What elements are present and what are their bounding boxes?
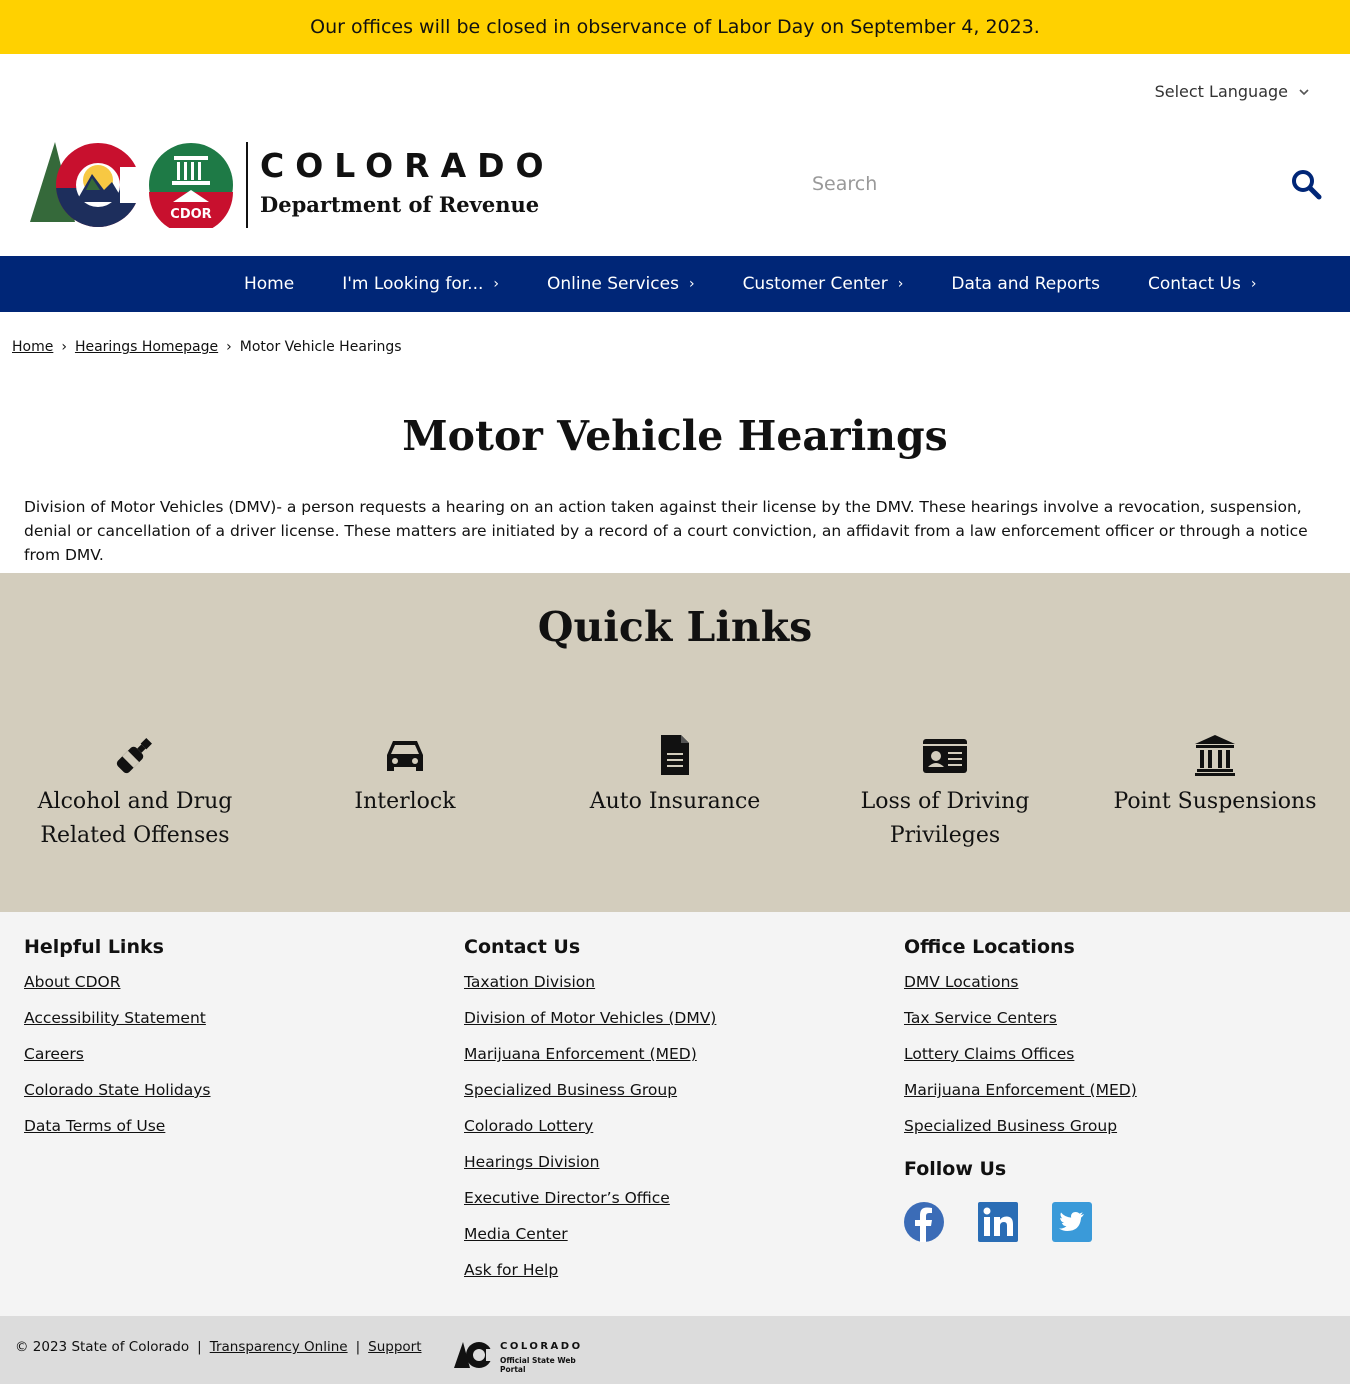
- linkedin-icon[interactable]: [978, 1202, 1018, 1242]
- search-input[interactable]: [800, 164, 1270, 204]
- nav-item-home[interactable]: Home: [220, 256, 318, 312]
- footer-link[interactable]: Tax Service Centers: [904, 1008, 1137, 1028]
- footer-link[interactable]: Specialized Business Group: [464, 1080, 716, 1100]
- footer-link[interactable]: Lottery Claims Offices: [904, 1044, 1137, 1064]
- nav-item-looking-for[interactable]: I'm Looking for... ›: [318, 256, 523, 312]
- logo-state-text: COLORADO: [260, 146, 555, 185]
- nav-label: Customer Center: [742, 274, 888, 294]
- nav-label: Data and Reports: [951, 274, 1100, 294]
- nav-item-customer-center[interactable]: Customer Center ›: [719, 256, 928, 312]
- id-card-icon: [923, 739, 967, 773]
- breadcrumb-separator: ›: [61, 339, 67, 355]
- quick-link-label: Auto Insurance: [589, 789, 761, 814]
- footer-link[interactable]: About CDOR: [24, 972, 211, 992]
- quick-links-title: Quick Links: [537, 603, 813, 651]
- portal-subtitle: Official State Web Portal: [500, 1356, 576, 1374]
- quick-link-label: Alcohol and Drug Related Offenses: [37, 789, 233, 848]
- breadcrumb-home-link[interactable]: Home: [12, 339, 53, 355]
- social-links: [904, 1202, 1137, 1242]
- document-icon: [661, 735, 689, 775]
- quick-links-section: Quick Links Alcohol and Drug Related Off…: [0, 573, 1350, 912]
- logo-divider: [246, 142, 248, 228]
- footer-heading: Helpful Links: [24, 936, 164, 958]
- logo-department-text: Department of Revenue: [260, 192, 540, 217]
- chevron-right-icon: ›: [1250, 276, 1257, 292]
- cdor-seal-icon: CDOR: [149, 143, 233, 228]
- footer-link[interactable]: Marijuana Enforcement (MED): [464, 1044, 716, 1064]
- copyright-text: © 2023 State of Colorado: [15, 1339, 190, 1355]
- breadcrumb-separator: ›: [226, 339, 232, 355]
- footer-link[interactable]: DMV Locations: [904, 972, 1137, 992]
- bottom-separator: |: [355, 1339, 361, 1355]
- footer-link[interactable]: Data Terms of Use: [24, 1116, 211, 1136]
- quick-link-alcohol-drug[interactable]: Alcohol and Drug Related Offenses: [15, 733, 255, 853]
- facebook-icon[interactable]: [904, 1202, 944, 1242]
- footer-link[interactable]: Marijuana Enforcement (MED): [904, 1080, 1137, 1100]
- institution-icon: [1195, 735, 1235, 776]
- footer-link[interactable]: Executive Director’s Office: [464, 1188, 716, 1208]
- footer-heading: Office Locations: [904, 936, 1075, 958]
- nav-label: I'm Looking for...: [342, 274, 484, 294]
- footer-helpful-links: Helpful Links About CDOR Accessibility S…: [24, 936, 211, 1152]
- chevron-right-icon: ›: [493, 276, 500, 292]
- quick-link-interlock[interactable]: Interlock: [285, 733, 525, 819]
- intro-paragraph: Division of Motor Vehicles (DMV)- a pers…: [24, 498, 1308, 564]
- colorado-c-logo-icon: [30, 142, 142, 227]
- quick-link-label: Point Suspensions: [1113, 789, 1317, 814]
- nav-item-online-services[interactable]: Online Services ›: [523, 256, 719, 312]
- nav-item-contact-us[interactable]: Contact Us ›: [1124, 256, 1280, 312]
- state-portal-logo[interactable]: COLORADO Official State Web Portal: [454, 1340, 594, 1374]
- bottom-bar: © 2023 State of Colorado | Transparency …: [0, 1316, 1350, 1384]
- site-header: Select Language CDOR COLORADO Department…: [0, 54, 1350, 256]
- support-link[interactable]: Support: [368, 1339, 421, 1355]
- footer-office-locations: Office Locations DMV Locations Tax Servi…: [904, 936, 1137, 1242]
- quick-link-point-suspensions[interactable]: Point Suspensions: [1095, 733, 1335, 819]
- quick-link-label: Interlock: [354, 789, 456, 814]
- footer-contact-us: Contact Us Taxation Division Division of…: [464, 936, 716, 1296]
- footer-link[interactable]: Ask for Help: [464, 1260, 716, 1280]
- chevron-right-icon: ›: [688, 276, 695, 292]
- footer-link[interactable]: Colorado State Holidays: [24, 1080, 211, 1100]
- footer-link[interactable]: Specialized Business Group: [904, 1116, 1137, 1136]
- twitter-icon[interactable]: [1052, 1202, 1092, 1242]
- portal-title: COLORADO: [500, 1341, 583, 1352]
- main-nav: Home I'm Looking for... › Online Services…: [0, 256, 1350, 312]
- colorado-portal-logo-icon: [454, 1342, 494, 1368]
- nav-label: Online Services: [547, 274, 679, 294]
- transparency-online-link[interactable]: Transparency Online: [210, 1339, 348, 1355]
- language-label: Select Language: [1154, 82, 1288, 101]
- footer-link[interactable]: Hearings Division: [464, 1152, 716, 1172]
- nav-item-data-reports[interactable]: Data and Reports: [927, 256, 1124, 312]
- footer-link[interactable]: Colorado Lottery: [464, 1116, 716, 1136]
- chevron-right-icon: ›: [897, 276, 904, 292]
- footer-link[interactable]: Media Center: [464, 1224, 716, 1244]
- bottle-icon: [116, 738, 152, 774]
- footer-heading: Contact Us: [464, 936, 581, 958]
- footer-link[interactable]: Taxation Division: [464, 972, 716, 992]
- quick-link-label: Loss of Driving Privileges: [860, 789, 1030, 848]
- footer-link[interactable]: Accessibility Statement: [24, 1008, 211, 1028]
- breadcrumb: Home › Hearings Homepage › Motor Vehicle…: [12, 339, 402, 355]
- quick-link-auto-insurance[interactable]: Auto Insurance: [555, 733, 795, 819]
- alert-text: Our offices will be closed in observance…: [310, 16, 1040, 38]
- seal-text: CDOR: [170, 207, 211, 222]
- alert-banner: Our offices will be closed in observance…: [0, 0, 1350, 54]
- nav-label: Contact Us: [1147, 274, 1241, 294]
- bottom-separator: |: [197, 1339, 202, 1355]
- nav-label: Home: [244, 274, 295, 294]
- footer-link[interactable]: Careers: [24, 1044, 211, 1064]
- follow-us-heading: Follow Us: [904, 1158, 1007, 1180]
- search-icon[interactable]: [1290, 168, 1322, 200]
- site-footer: Helpful Links About CDOR Accessibility S…: [0, 912, 1350, 1316]
- footer-link[interactable]: Division of Motor Vehicles (DMV): [464, 1008, 716, 1028]
- quick-link-loss-privileges[interactable]: Loss of Driving Privileges: [825, 733, 1065, 853]
- cdor-logo[interactable]: CDOR COLORADO Department of Revenue: [30, 142, 544, 232]
- page-title: Motor Vehicle Hearings: [402, 412, 948, 460]
- breadcrumb-hearings-link[interactable]: Hearings Homepage: [75, 339, 218, 355]
- language-selector[interactable]: Select Language: [1155, 82, 1310, 101]
- car-icon: [387, 741, 423, 771]
- copyright-bar: © 2023 State of Colorado | Transparency …: [15, 1339, 422, 1355]
- breadcrumb-current: Motor Vehicle Hearings: [239, 339, 402, 355]
- chevron-down-icon: [1299, 88, 1309, 95]
